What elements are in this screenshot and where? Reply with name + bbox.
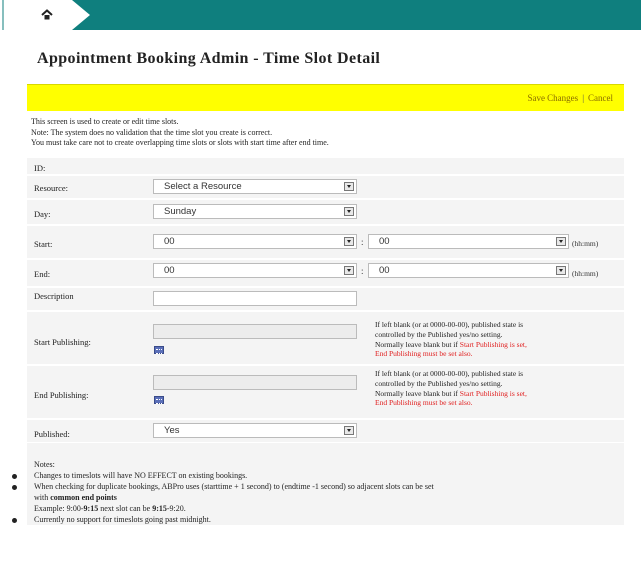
day-label: Day: [34, 209, 51, 219]
intro-line: Note: The system does no validation that… [31, 127, 273, 137]
help-line: If left blank (or at 0000-00-00), publis… [375, 369, 524, 378]
end-hour-value: 00 [164, 265, 175, 276]
day-row: Day: Sunday [27, 200, 624, 224]
time-colon: : [361, 266, 364, 276]
help-warning: Start Publishing is set, [459, 339, 527, 349]
end-row: End: 00 : 00 (hh:mm) [27, 260, 624, 286]
end-publishing-row: End Publishing: If left blank (or at 000… [27, 366, 624, 418]
description-label: Description [34, 291, 74, 301]
intro-text: This screen is used to create or edit ti… [31, 117, 329, 149]
start-row: Start: 00 : 00 (hh:mm) [27, 226, 624, 258]
time-format-hint: (hh:mm) [572, 239, 599, 248]
calendar-icon[interactable] [154, 346, 164, 354]
chevron-down-icon[interactable] [556, 266, 566, 275]
note-item: Currently no support for timeslots going… [12, 515, 211, 526]
id-row: ID: [27, 158, 624, 174]
chevron-down-icon[interactable] [344, 266, 354, 275]
end-publishing-input[interactable] [153, 375, 357, 390]
intro-line: This screen is used to create or edit ti… [31, 117, 179, 126]
note-item-continued: with common end points [34, 493, 117, 504]
published-select[interactable]: Yes [153, 423, 357, 438]
time-format-hint: (hh:mm) [572, 269, 599, 278]
published-select-value: Yes [164, 425, 180, 436]
notes-heading: Notes: [34, 460, 55, 469]
description-input[interactable] [153, 291, 357, 306]
published-row: Published: Yes [27, 420, 624, 442]
action-bar: Save Changes | Cancel [27, 84, 624, 111]
cancel-link[interactable]: Cancel [588, 93, 613, 103]
note-emphasis: 9:15 [152, 504, 167, 513]
start-minute-select[interactable]: 00 [368, 234, 569, 249]
help-line: controlled by the Published yes/no setti… [375, 378, 503, 388]
id-label: ID: [34, 163, 46, 173]
resource-row: Resource: Select a Resource [27, 176, 624, 198]
bullet-icon [12, 485, 17, 490]
note-emphasis: common end points [50, 493, 117, 502]
bullet-icon [12, 518, 17, 523]
end-label: End: [34, 269, 51, 279]
start-hour-value: 00 [164, 236, 175, 247]
day-select[interactable]: Sunday [153, 204, 357, 219]
help-warning: Start Publishing is set, [459, 388, 527, 398]
resource-select[interactable]: Select a Resource [153, 179, 357, 194]
breadcrumb-home[interactable] [0, 0, 90, 30]
time-colon: : [361, 237, 364, 247]
help-warning: End Publishing must be set also. [375, 398, 473, 408]
chevron-down-icon[interactable] [556, 237, 566, 246]
help-line: Normally leave blank but if Start Publis… [375, 340, 625, 350]
note-text: Example: 9:00- [34, 504, 84, 513]
resource-select-value: Select a Resource [164, 181, 242, 192]
top-nav-bar [0, 0, 641, 30]
home-icon[interactable] [40, 8, 54, 22]
start-hour-select[interactable]: 00 [153, 234, 357, 249]
note-text: -9:20. [166, 504, 186, 513]
note-example: Example: 9:00-9:15 next slot can be 9:15… [34, 504, 186, 515]
note-item: Changes to timeslots will have NO EFFECT… [12, 471, 248, 482]
resource-label: Resource: [34, 183, 68, 193]
help-text: Normally leave blank but if [375, 339, 460, 349]
breadcrumb-tick [2, 0, 4, 30]
chevron-down-icon[interactable] [344, 182, 354, 191]
help-line: Normally leave blank but if Start Publis… [375, 389, 625, 399]
intro-line: You must take care not to create overlap… [31, 138, 329, 147]
bullet-icon [12, 474, 17, 479]
start-publishing-row: Start Publishing: If left blank (or at 0… [27, 312, 624, 364]
help-warning: End Publishing must be set also. [375, 349, 473, 359]
save-changes-link[interactable]: Save Changes [527, 93, 578, 103]
description-row: Description [27, 288, 624, 310]
end-hour-select[interactable]: 00 [153, 263, 357, 278]
note-text: with [34, 493, 51, 502]
page-title: Appointment Booking Admin - Time Slot De… [37, 50, 381, 67]
end-minute-value: 00 [379, 265, 390, 276]
start-publishing-input[interactable] [153, 324, 357, 339]
end-minute-select[interactable]: 00 [368, 263, 569, 278]
note-emphasis: 9:15 [83, 504, 99, 513]
note-item: When checking for duplicate bookings, AB… [12, 482, 619, 493]
help-line: controlled by the Published yes/no setti… [375, 329, 503, 339]
chevron-down-icon[interactable] [344, 237, 354, 246]
note-text: next slot can be [98, 504, 153, 513]
action-separator: | [582, 93, 584, 103]
end-publishing-label: End Publishing: [34, 390, 89, 400]
chevron-down-icon[interactable] [344, 426, 354, 435]
help-line: If left blank (or at 0000-00-00), publis… [375, 320, 524, 329]
start-publishing-help: If left blank (or at 0000-00-00), publis… [375, 320, 625, 359]
end-publishing-help: If left blank (or at 0000-00-00), publis… [375, 369, 625, 408]
published-label: Published: [34, 429, 70, 439]
start-label: Start: [34, 239, 53, 249]
start-publishing-label: Start Publishing: [34, 337, 91, 347]
chevron-down-icon[interactable] [344, 207, 354, 216]
notes-section: Notes: Changes to timeslots will have NO… [12, 443, 624, 526]
note-text: Changes to timeslots will have NO EFFECT… [34, 471, 248, 480]
note-text: When checking for duplicate bookings, AB… [34, 482, 434, 491]
calendar-icon[interactable] [154, 396, 164, 404]
day-select-value: Sunday [164, 206, 197, 217]
start-minute-value: 00 [379, 236, 390, 247]
note-text: Currently no support for timeslots going… [34, 515, 211, 524]
help-text: Normally leave blank but if [375, 388, 460, 398]
